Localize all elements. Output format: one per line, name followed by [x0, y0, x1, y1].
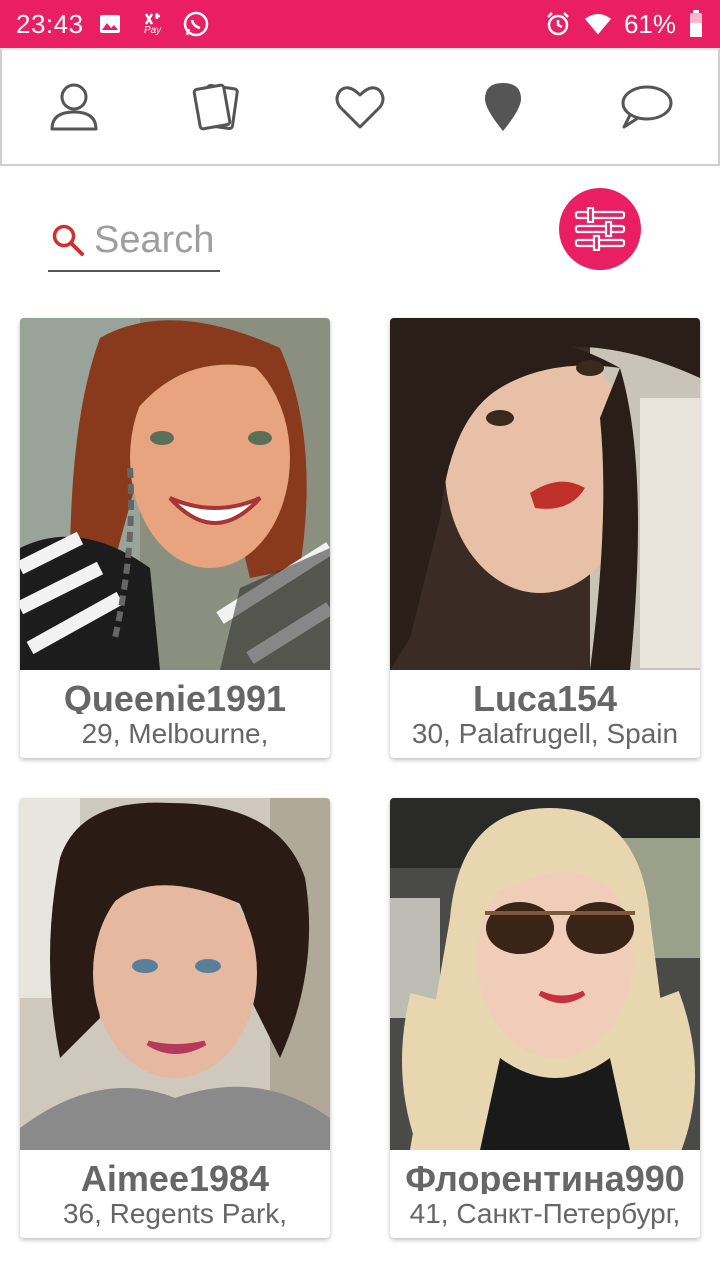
heart-icon — [335, 86, 385, 129]
pay-icon: Pay — [136, 10, 170, 38]
nav-cards[interactable] — [177, 67, 257, 147]
cards-icon — [192, 83, 239, 131]
profile-name: Luca154 — [472, 678, 618, 714]
pay-label: Pay — [143, 25, 162, 36]
battery-icon — [688, 10, 704, 38]
profile-photo — [390, 318, 700, 670]
profile-icon — [50, 83, 98, 131]
status-right: 61% — [544, 9, 704, 40]
status-bar: 23:43 Pay 61% — [0, 0, 720, 48]
status-left: 23:43 Pay — [16, 9, 210, 40]
profile-location: 36, Regents Park, — [62, 1198, 288, 1229]
profile-card[interactable]: Luca154 30, Palafrugell, Spain — [390, 318, 700, 758]
nav-profile[interactable] — [34, 67, 114, 147]
profile-name: Aimee1984 — [80, 1158, 270, 1194]
location-pin-icon — [485, 83, 522, 131]
profile-card[interactable]: Queenie1991 29, Melbourne, — [20, 318, 330, 758]
filter-button[interactable] — [559, 188, 641, 270]
top-nav-bar — [0, 48, 720, 166]
profile-photo — [390, 798, 700, 1150]
alarm-icon — [544, 10, 572, 38]
search-icon — [48, 220, 88, 260]
search-field[interactable] — [48, 210, 220, 272]
battery-percent: 61% — [623, 8, 676, 39]
image-icon — [96, 10, 124, 38]
profile-location: 41, Санкт-Петербург, — [409, 1198, 681, 1229]
profile-card[interactable]: Aimee1984 36, Regents Park, — [20, 798, 330, 1238]
search-input[interactable] — [88, 218, 216, 262]
status-time: 23:43 — [16, 8, 84, 39]
nav-nearby[interactable] — [463, 67, 543, 147]
profile-location: 29, Melbourne, — [81, 718, 269, 749]
profile-location: 30, Palafrugell, Spain — [411, 718, 679, 749]
profile-card[interactable]: Флорентина990 41, Санкт-Петербург, — [390, 798, 700, 1238]
nav-messages[interactable] — [606, 67, 686, 147]
chat-bubble-icon — [621, 85, 673, 129]
nav-likes[interactable] — [320, 67, 400, 147]
wifi-icon — [584, 10, 612, 38]
whatsapp-icon — [182, 10, 210, 38]
profile-name: Queenie1991 — [63, 678, 287, 714]
profile-photo — [20, 318, 330, 670]
profile-photo — [20, 798, 330, 1150]
sliders-icon — [574, 207, 626, 251]
profile-name: Флорентина990 — [405, 1158, 685, 1194]
